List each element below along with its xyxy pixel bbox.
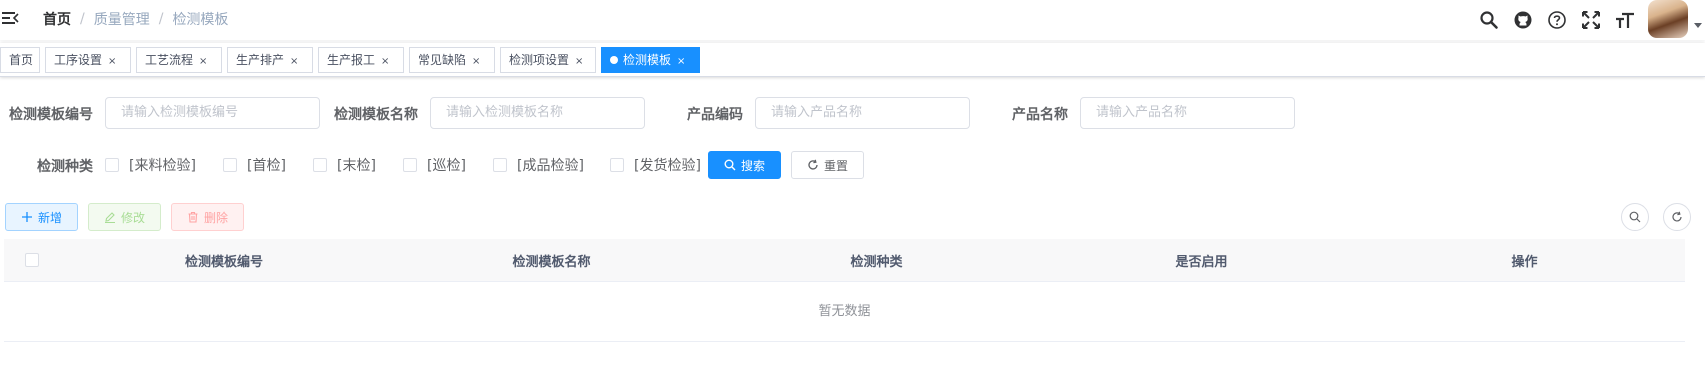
checkbox-last-inspection[interactable]: [末检]: [313, 155, 376, 175]
checkbox-box[interactable]: [610, 158, 624, 172]
plus-icon: [21, 212, 32, 222]
close-icon[interactable]: ×: [199, 50, 207, 74]
checkbox-box[interactable]: [105, 158, 119, 172]
active-dot-icon: [610, 56, 618, 64]
product-name-input[interactable]: 请输入产品名称: [1080, 97, 1295, 129]
tag-label: 常见缺陷: [418, 53, 467, 67]
tag-label: 工艺流程: [145, 53, 194, 67]
tag-process-settings[interactable]: 工序设置 ×: [45, 47, 131, 73]
avatar[interactable]: [1648, 0, 1688, 38]
caret-down-icon: [1694, 23, 1702, 28]
checkbox-label: [巡检]: [427, 158, 466, 174]
delete-button-label: 删除: [203, 210, 228, 225]
tag-label: 检测模板: [623, 53, 672, 67]
tag-label: 首页: [9, 53, 34, 67]
tag-common-defects[interactable]: 常见缺陷 ×: [409, 47, 495, 73]
column-header-template-code: 检测模板编号: [184, 254, 263, 270]
test-type-label: 检测种类: [37, 159, 93, 175]
tag-inspection-item-settings[interactable]: 检测项设置 ×: [500, 47, 596, 73]
template-code-input[interactable]: 请输入检测模板编号: [105, 97, 320, 129]
breadcrumb-separator: /: [158, 11, 164, 27]
right-menu: [1472, 0, 1705, 40]
user-avatar-dropdown[interactable]: [1645, 0, 1705, 40]
help-icon[interactable]: [1540, 0, 1574, 40]
breadcrumb-home[interactable]: 首页: [43, 9, 71, 29]
refresh-icon: [1672, 211, 1682, 222]
checkbox-box[interactable]: [403, 158, 417, 172]
checkbox-label: [成品检验]: [517, 158, 584, 174]
refresh-table-button[interactable]: [1663, 203, 1691, 231]
template-code-label: 检测模板编号: [9, 107, 93, 123]
search-icon: [1629, 211, 1641, 223]
search-button-label: 搜索: [740, 158, 765, 173]
close-icon[interactable]: ×: [290, 50, 298, 74]
toggle-search-button[interactable]: [1621, 203, 1649, 231]
font-size-icon[interactable]: [1608, 0, 1642, 40]
product-name-label: 产品名称: [1012, 107, 1068, 123]
tag-inspection-template[interactable]: 检测模板 ×: [601, 47, 700, 73]
checkbox-label: [来料检验]: [129, 158, 196, 174]
column-header-enabled: 是否启用: [1175, 254, 1228, 270]
hamburger-menu-icon[interactable]: [2, 9, 20, 27]
checkbox-box[interactable]: [223, 158, 237, 172]
column-header-test-type: 检测种类: [850, 254, 903, 270]
breadcrumb: 首页 / 质量管理 / 检测模板: [43, 9, 228, 29]
tag-label: 生产排产: [236, 53, 285, 67]
checkbox-label: [发货检验]: [634, 158, 701, 174]
edit-button-label: 修改: [120, 210, 145, 225]
product-code-input[interactable]: 请输入产品名称: [755, 97, 970, 129]
close-icon[interactable]: ×: [575, 50, 583, 74]
navbar: 首页 / 质量管理 / 检测模板: [0, 0, 1705, 40]
select-all-checkbox[interactable]: [4, 253, 59, 267]
checkbox-finished-product-inspection[interactable]: [成品检验]: [493, 155, 584, 175]
breadcrumb-current: 检测模板: [172, 12, 229, 28]
edit-button[interactable]: 修改: [88, 203, 161, 231]
template-name-label: 检测模板名称: [334, 107, 418, 123]
empty-text: 暂无数据: [4, 282, 1685, 342]
tag-process-flow[interactable]: 工艺流程 ×: [136, 47, 222, 73]
fullscreen-icon[interactable]: [1574, 0, 1608, 40]
refresh-icon: [808, 159, 818, 170]
tag-label: 检测项设置: [509, 53, 570, 67]
checkbox-label: [首检]: [247, 158, 286, 174]
tag-label: 工序设置: [54, 53, 103, 67]
close-icon[interactable]: ×: [472, 50, 480, 74]
checkbox-incoming-inspection[interactable]: [来料检验]: [105, 155, 196, 175]
add-button-label: 新增: [37, 210, 62, 225]
checkbox-patrol-inspection[interactable]: [巡检]: [403, 155, 466, 175]
checkbox-label: [末检]: [337, 158, 376, 174]
template-name-input[interactable]: 请输入检测模板名称: [430, 97, 645, 129]
tag-production-scheduling[interactable]: 生产排产 ×: [227, 47, 313, 73]
table-header: 检测模板编号 检测模板名称 检测种类 是否启用 操作: [4, 239, 1685, 282]
tag-production-report[interactable]: 生产报工 ×: [318, 47, 404, 73]
reset-button-label: 重置: [823, 158, 848, 173]
checkbox-first-inspection[interactable]: [首检]: [223, 155, 286, 175]
delete-button[interactable]: 删除: [171, 203, 244, 231]
tag-home[interactable]: 首页: [0, 47, 40, 73]
close-icon[interactable]: ×: [108, 50, 116, 74]
data-table: 检测模板编号 检测模板名称 检测种类 是否启用 操作 暂无数据: [4, 239, 1685, 342]
tag-label: 生产报工: [327, 53, 376, 67]
trash-icon: [188, 211, 198, 223]
column-header-actions: 操作: [1511, 254, 1538, 270]
close-icon[interactable]: ×: [381, 50, 389, 74]
breadcrumb-separator: /: [80, 11, 85, 27]
reset-button[interactable]: 重置: [791, 151, 864, 179]
github-icon[interactable]: [1506, 0, 1540, 40]
checkbox-box[interactable]: [313, 158, 327, 172]
close-icon[interactable]: ×: [677, 50, 685, 74]
add-button[interactable]: 新增: [5, 203, 78, 231]
search-icon: [724, 159, 736, 171]
tags-view: 首页 工序设置 × 工艺流程 × 生产排产 × 生产报工 × 常见缺陷 × 检测项设置 × …: [0, 43, 1705, 77]
column-header-template-name: 检测模板名称: [512, 254, 591, 270]
checkbox-shipping-inspection[interactable]: [发货检验]: [610, 155, 701, 175]
product-code-label: 产品编码: [687, 107, 743, 123]
checkbox-box[interactable]: [24, 253, 39, 267]
breadcrumb-parent: 质量管理: [93, 12, 150, 28]
checkbox-box[interactable]: [493, 158, 507, 172]
edit-icon: [104, 212, 115, 223]
search-button[interactable]: 搜索: [708, 151, 781, 179]
search-icon[interactable]: [1472, 0, 1506, 40]
